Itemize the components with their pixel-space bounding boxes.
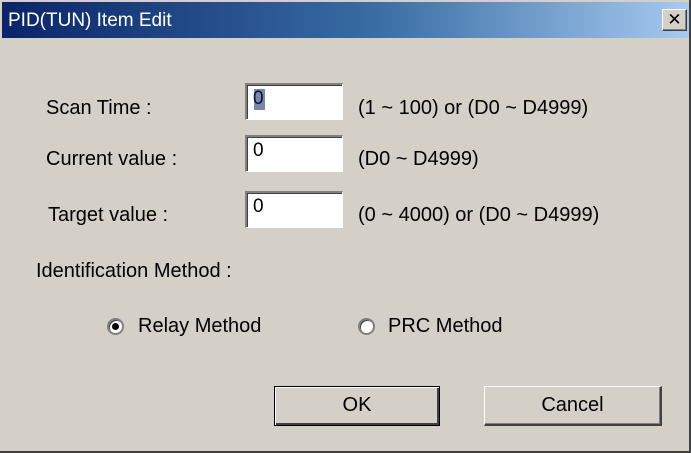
relay-method-label[interactable]: Relay Method xyxy=(138,314,261,338)
text-selection-highlight xyxy=(254,89,265,110)
scan-time-input[interactable]: 0 xyxy=(245,83,343,120)
close-button[interactable]: ✕ xyxy=(662,9,687,31)
target-value-range: (0 ~ 4000) or (D0 ~ D4999) xyxy=(358,204,600,226)
scan-time-range: (1 ~ 100) or (D0 ~ D4999) xyxy=(358,97,589,119)
cancel-button[interactable]: Cancel xyxy=(484,386,662,426)
radio-selected-dot xyxy=(112,323,119,330)
identification-method-label: Identification Method : xyxy=(36,260,232,282)
prc-method-radio-button[interactable] xyxy=(358,318,375,335)
current-value-label: Current value : xyxy=(46,148,178,170)
ok-button[interactable]: OK xyxy=(274,386,440,426)
prc-method-label[interactable]: PRC Method xyxy=(388,314,503,338)
target-value-value: 0 xyxy=(253,196,264,217)
window-title: PID(TUN) Item Edit xyxy=(8,10,172,31)
relay-method-radio-button[interactable] xyxy=(107,318,124,335)
scan-time-label: Scan Time : xyxy=(46,97,152,119)
title-bar[interactable]: PID(TUN) Item Edit ✕ xyxy=(2,2,689,38)
target-value-input[interactable]: 0 xyxy=(245,191,343,228)
current-value-input[interactable]: 0 xyxy=(245,135,343,172)
current-value-range: (D0 ~ D4999) xyxy=(358,148,479,170)
pid-tun-item-edit-dialog: PID(TUN) Item Edit ✕ Scan Time : 0 (1 ~ … xyxy=(0,0,691,453)
close-icon: ✕ xyxy=(667,10,682,29)
target-value-label: Target value : xyxy=(48,204,169,226)
current-value-value: 0 xyxy=(253,140,264,161)
